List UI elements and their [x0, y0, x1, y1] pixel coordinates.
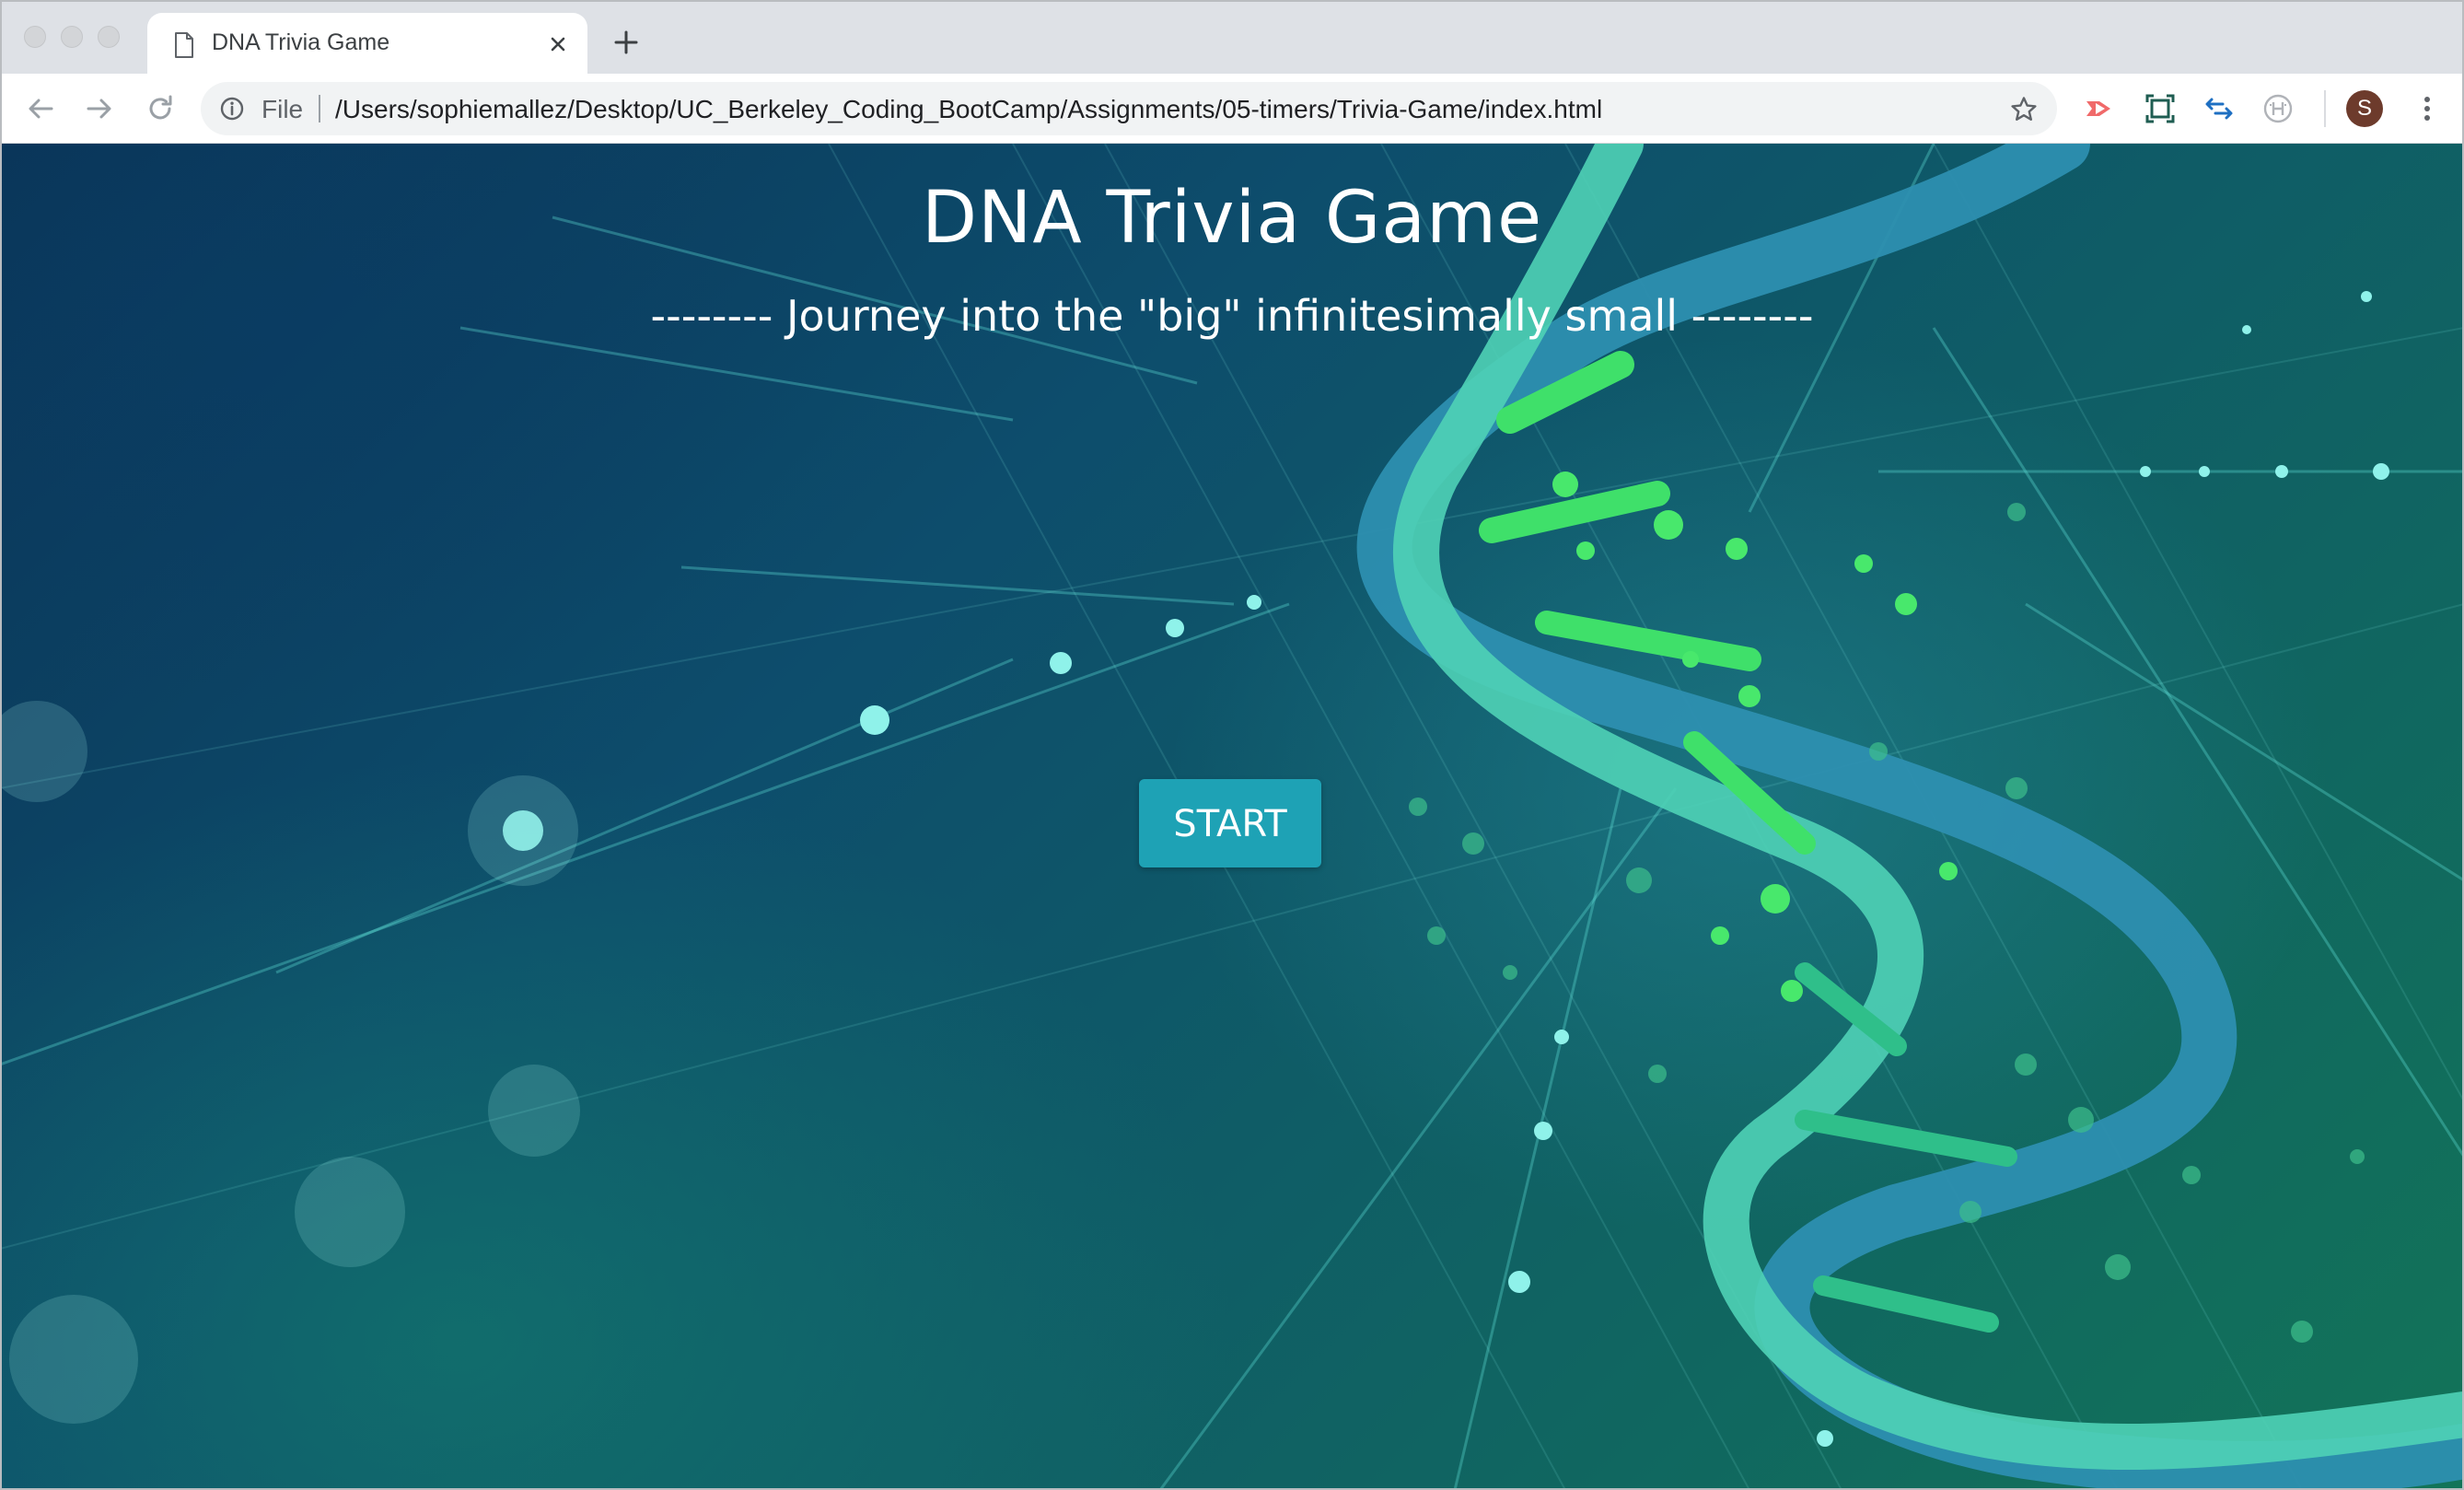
scheme-label: File: [262, 95, 304, 123]
close-icon[interactable]: [543, 29, 573, 59]
arrow-right-icon[interactable]: [83, 92, 116, 125]
url-text[interactable]: /Users/sophiemallez/Desktop/UC_Berkeley_…: [335, 95, 1602, 124]
info-icon[interactable]: [219, 96, 245, 122]
document-icon: [175, 32, 193, 58]
swap-arrows-extension-icon[interactable]: [2202, 92, 2236, 125]
star-icon[interactable]: [2009, 95, 2039, 124]
tab-title: DNA Trivia Game: [212, 29, 390, 55]
window-minimize-control[interactable]: [61, 26, 83, 48]
reload-icon[interactable]: [144, 92, 177, 125]
address-bar[interactable]: File /Users/sophiemallez/Desktop/UC_Berk…: [201, 82, 2057, 135]
kebab-menu-icon[interactable]: [2411, 92, 2444, 125]
h-extension-icon[interactable]: [2261, 92, 2295, 125]
window-close-control[interactable]: [24, 26, 46, 48]
screenshot-extension-icon[interactable]: [2144, 92, 2177, 125]
tab-dna-trivia-game[interactable]: DNA Trivia Game: [147, 13, 587, 74]
window-zoom-control[interactable]: [98, 26, 120, 48]
start-button[interactable]: START: [1139, 779, 1321, 867]
page-viewport: DNA Trivia Game -------- Journey into th…: [0, 144, 2464, 1490]
page-title: DNA Trivia Game: [921, 177, 1543, 260]
profile-avatar[interactable]: S: [2346, 90, 2383, 127]
toolbar-divider: [2324, 90, 2326, 127]
arrow-left-icon[interactable]: [24, 92, 57, 125]
plus-icon[interactable]: [611, 28, 641, 57]
page-subtitle: -------- Journey into the "big" infinite…: [650, 291, 1814, 341]
red-play-extension-icon[interactable]: [2083, 92, 2116, 125]
browser-toolbar: File /Users/sophiemallez/Desktop/UC_Berk…: [0, 74, 2464, 144]
address-separator: [319, 95, 320, 122]
tab-strip: DNA Trivia Game: [0, 0, 2464, 74]
